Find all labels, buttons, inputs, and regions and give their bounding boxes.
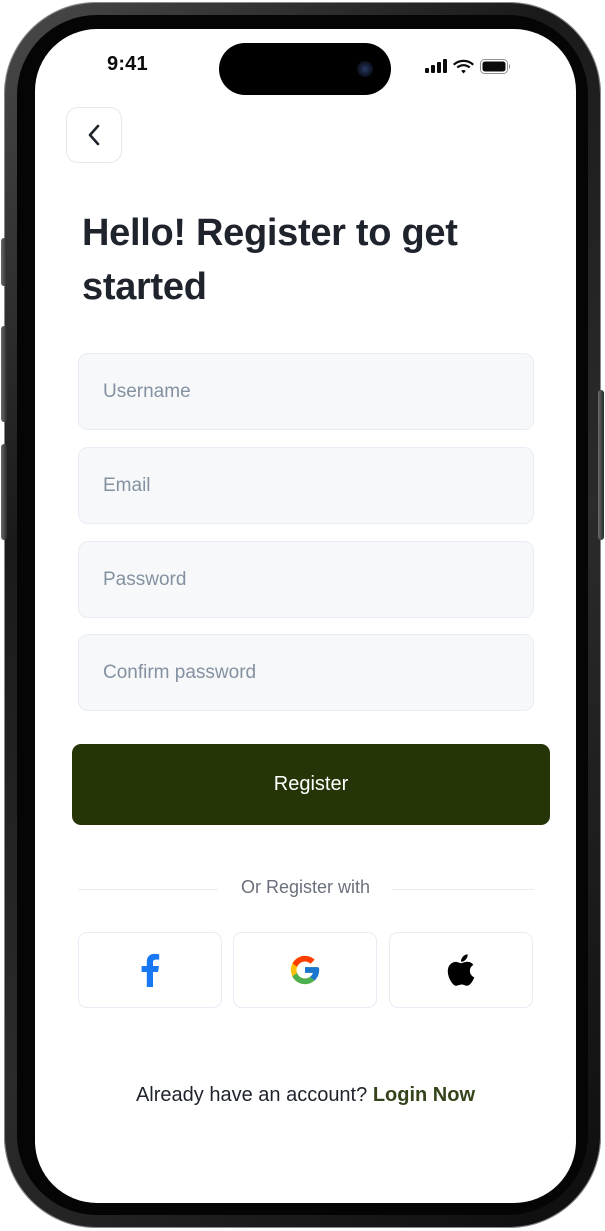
google-login-button[interactable] xyxy=(233,932,377,1008)
back-button[interactable] xyxy=(66,107,122,163)
dynamic-island xyxy=(219,43,391,95)
login-prompt: Already have an account? Login Now xyxy=(35,1084,576,1107)
confirm-password-input[interactable] xyxy=(78,634,534,711)
chevron-left-icon xyxy=(88,124,100,146)
front-camera-icon xyxy=(357,61,373,77)
google-icon xyxy=(290,955,320,985)
status-icons xyxy=(425,57,512,75)
action-button xyxy=(1,238,7,286)
power-button xyxy=(598,390,604,540)
username-input[interactable] xyxy=(78,353,534,430)
app-screen: 9:41 Hello! Register to get started User… xyxy=(35,29,576,1203)
divider-label: Or Register with xyxy=(240,877,371,897)
facebook-login-button[interactable] xyxy=(78,932,222,1008)
cellular-signal-icon xyxy=(425,59,447,73)
password-input[interactable] xyxy=(78,541,534,618)
wifi-icon xyxy=(453,59,474,73)
divider-line-right xyxy=(392,889,534,890)
apple-login-button[interactable] xyxy=(389,932,533,1008)
login-prompt-text: Already have an account? xyxy=(135,1084,368,1106)
divider-line-left xyxy=(78,889,218,890)
apple-icon xyxy=(447,954,475,986)
battery-icon xyxy=(480,58,511,74)
facebook-icon xyxy=(141,953,160,987)
volume-up-button xyxy=(1,326,7,422)
volume-down-button xyxy=(1,444,7,540)
login-now-link[interactable]: Login Now xyxy=(373,1084,475,1106)
email-input[interactable] xyxy=(78,447,534,524)
register-button[interactable]: Register xyxy=(72,744,550,825)
page-title: Hello! Register to get started xyxy=(82,212,458,308)
status-time: 9:41 xyxy=(107,53,148,75)
